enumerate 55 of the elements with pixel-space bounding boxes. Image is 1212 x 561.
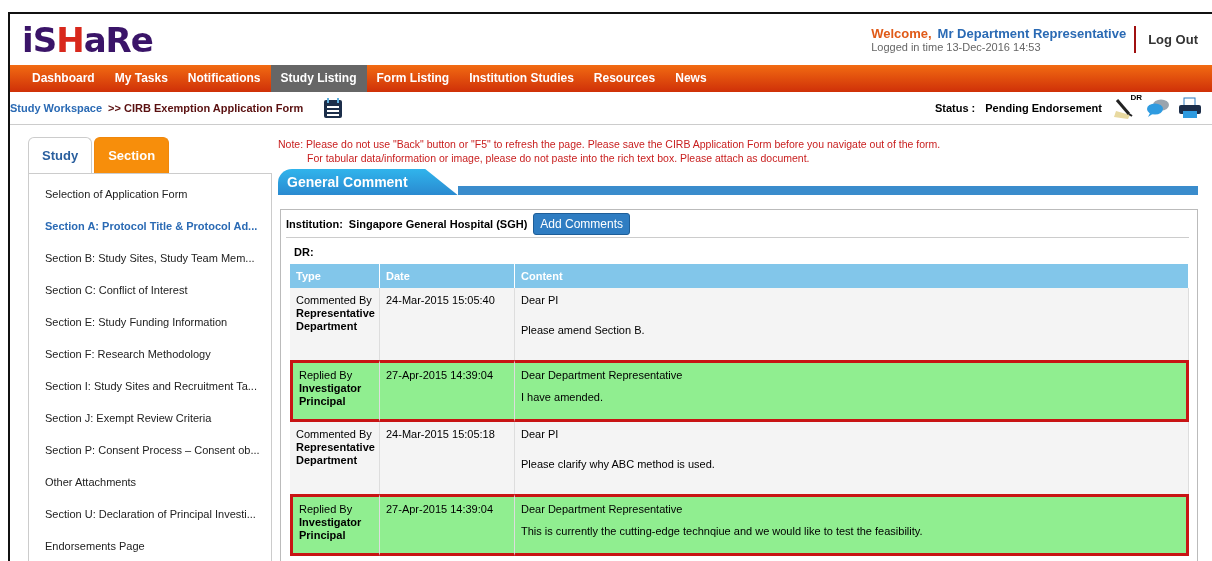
type-cell: Replied By Investigator Principal <box>290 494 380 556</box>
section-item[interactable]: Section E: Study Funding Information <box>45 306 271 338</box>
nav-item[interactable]: News <box>665 65 717 92</box>
sidebar-tab[interactable]: Study <box>28 137 93 173</box>
section-item[interactable]: Endorsements Page <box>45 530 271 561</box>
date-cell: 24-Mar-2015 15:05:40 <box>380 288 515 360</box>
content-cell: Dear PI Please clarify why ABC method is used. <box>515 422 1189 494</box>
section-item[interactable]: Section B: Study Sites, Study Team Mem... <box>45 242 271 274</box>
section-item[interactable]: Section A: Protocol Title & Protocol Ad... <box>45 210 271 242</box>
content-cell: Dear Department Representative This is currently the cutting-edge technqiue and we would like to test the feasibility. <box>515 494 1189 556</box>
login-time: Logged in time 13-Dec-2016 14:53 <box>871 41 1042 53</box>
printer-icon[interactable] <box>1178 97 1202 119</box>
form-icon[interactable] <box>323 97 344 119</box>
status-value: Pending Endorsement <box>985 102 1102 114</box>
type-cell: Commented By Representative Department <box>290 422 380 494</box>
status-label: Status : <box>934 102 976 114</box>
logo: iSHaRe <box>22 19 154 60</box>
nav-item[interactable]: Form Listing <box>366 65 460 92</box>
section-item[interactable]: Section J: Exempt Review Criteria <box>45 402 271 434</box>
add-comments-button[interactable]: Add Comments <box>533 212 630 235</box>
section-item[interactable]: Section F: Research Methodology <box>45 338 271 370</box>
content-cell: Dear PI Please amend Section B. <box>515 288 1189 360</box>
nav-item[interactable]: Dashboard <box>22 65 105 92</box>
column-header: Content <box>515 264 1189 288</box>
section-item[interactable]: Section U: Declaration of Principal Investi... <box>45 498 271 530</box>
nav-item[interactable]: Notifications <box>177 65 271 92</box>
panel-title: General Comment <box>278 169 458 195</box>
user-name: Mr Department Representative <box>937 26 1127 41</box>
column-header: Date <box>380 264 515 288</box>
content-cell: Dear Department Representative I have amended. <box>515 360 1189 422</box>
section-item[interactable]: Section I: Study Sites and Recruitment Ta... <box>45 370 271 402</box>
breadcrumb-link[interactable]: Study Workspace <box>10 102 103 114</box>
warning-note: Note: Please do not use "Back" button or "F5" to refresh the page. Please save the CIRB Application Form before you navigate out of the form. <box>278 137 942 151</box>
institution-label: Institution: <box>286 217 343 230</box>
date-cell: 24-Mar-2015 15:05:18 <box>380 422 515 494</box>
date-cell: 27-Apr-2015 14:39:04 <box>380 494 515 556</box>
institution-name: Singapore General Hospital (SGH) <box>348 217 528 230</box>
welcome-text: Welcome, <box>871 26 932 41</box>
section-item[interactable]: Selection of Application Form <box>45 178 271 210</box>
logout-link[interactable]: Log Out <box>1148 32 1198 47</box>
nav-item[interactable]: My Tasks <box>104 65 178 92</box>
nav-item[interactable]: Study Listing <box>270 65 367 92</box>
nav-item[interactable]: Resources <box>583 65 666 92</box>
nav-item[interactable]: Institution Studies <box>459 65 584 92</box>
type-cell: Commented By Representative Department <box>290 288 380 360</box>
column-header: Type <box>290 264 380 288</box>
warning-note: For tabular data/information or image, please do not paste into the rich text box. Please attach as document. <box>306 151 811 165</box>
section-item[interactable]: Section C: Conflict of Interest <box>45 274 271 306</box>
section-item[interactable]: Other Attachments <box>45 466 271 498</box>
type-cell: Replied By Investigator Principal <box>290 360 380 422</box>
breadcrumb-current: >> CIRB Exemption Application Form <box>108 102 304 114</box>
date-cell: 27-Apr-2015 14:39:04 <box>380 360 515 422</box>
section-item[interactable]: Section P: Consent Process – Consent ob... <box>45 434 271 466</box>
group-label: DR: <box>293 245 315 260</box>
chat-bubbles-icon[interactable] <box>1146 98 1170 118</box>
